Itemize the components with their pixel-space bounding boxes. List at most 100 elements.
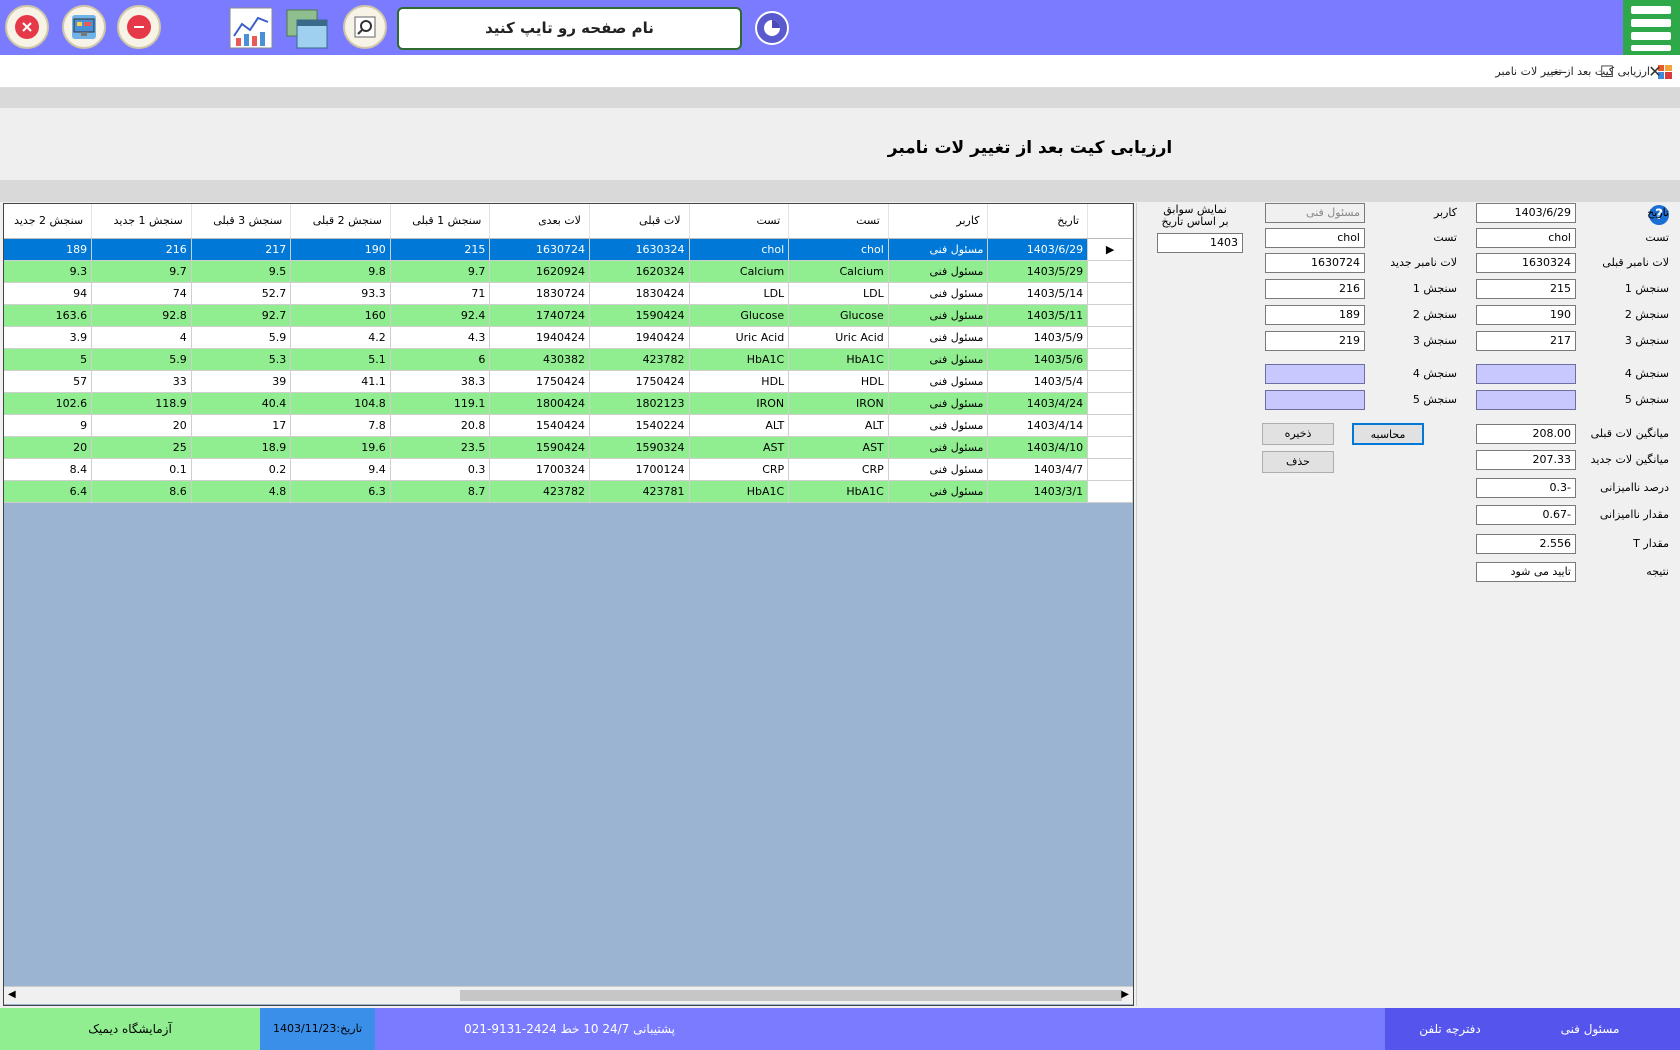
desktop-button[interactable] [62, 5, 106, 49]
scroll-left-icon[interactable]: ◀ [8, 989, 16, 1000]
table-cell: 9.4 [290, 458, 391, 481]
window-titlebar: ارزیابی کیت بعد از تغییر لات نامبر — ☐ ✕ [0, 55, 1680, 88]
field-input[interactable] [1265, 390, 1365, 410]
field-input[interactable]: 208.00 [1476, 424, 1576, 444]
field-input[interactable]: 0.3- [1476, 478, 1576, 498]
clock-icon[interactable] [752, 8, 792, 48]
field-input[interactable]: 0.67- [1476, 505, 1576, 525]
table-cell: HbA1C [788, 480, 889, 503]
lab-name: آزمایشگاه دیمیک [0, 1008, 260, 1050]
row-selector[interactable] [1087, 282, 1133, 305]
row-selector[interactable] [1087, 436, 1133, 459]
table-row[interactable]: 94 74 52.7 93.3 71 1830724 1830424 LDL LDL مسئول … [4, 282, 1133, 305]
table-row[interactable]: 57 33 39 41.1 38.3 1750424 1750424 HDL HDL مسئول … [4, 370, 1133, 393]
table-cell: 1630724 [489, 238, 590, 261]
field-input[interactable]: 189 [1265, 305, 1365, 325]
row-selector[interactable] [1087, 414, 1133, 437]
windows-icon[interactable] [285, 6, 329, 50]
col-header[interactable]: لات قبلی [589, 204, 690, 239]
field-input[interactable]: تایید می شود [1476, 562, 1576, 582]
field-input[interactable] [1476, 390, 1576, 410]
row-selector[interactable] [1087, 304, 1133, 327]
field-input[interactable]: 1630324 [1476, 253, 1576, 273]
phonebook-link[interactable]: دفترچه تلفن [1385, 1008, 1515, 1050]
table-row[interactable]: 8.4 0.1 0.2 9.4 0.3 1700324 1700124 CRP CRP مسئول… [4, 458, 1133, 481]
window-maximize-button[interactable]: ☐ [1584, 55, 1630, 88]
col-header[interactable]: تست [788, 204, 889, 239]
row-selector[interactable] [1087, 458, 1133, 481]
table-cell: مسئول فنی [888, 260, 989, 283]
col-header[interactable]: لات بعدی [489, 204, 590, 239]
col-header[interactable]: تاریخ [987, 204, 1089, 239]
horizontal-scrollbar[interactable]: ◀ ▶ [4, 986, 1133, 1004]
table-row[interactable]: 102.6 118.9 40.4 104.8 119.1 1800424 1802123 IR… [4, 392, 1133, 415]
col-header[interactable]: تست [689, 204, 790, 239]
window-minimize-button[interactable]: — [1536, 55, 1582, 88]
close-app-button[interactable] [5, 5, 49, 49]
field-input[interactable]: 217 [1476, 331, 1576, 351]
field-input[interactable]: 216 [1265, 279, 1365, 299]
table-cell: 57 [4, 370, 93, 393]
table-cell: Calcium [788, 260, 889, 283]
field-input[interactable]: chol [1265, 228, 1365, 248]
field-input[interactable]: 219 [1265, 331, 1365, 351]
col-header[interactable]: سنجش 1 قبلی [390, 204, 491, 239]
table-row[interactable]: 189 216 217 190 215 1630724 1630324 chol chol مسئ… [4, 238, 1133, 261]
field-input[interactable] [1265, 364, 1365, 384]
scroll-right-icon[interactable]: ▶ [1121, 989, 1129, 1000]
table-row[interactable]: 20 25 18.9 19.6 23.5 1590424 1590324 AST AST مسئو… [4, 436, 1133, 459]
col-header[interactable]: سنجش 2 جدید [4, 204, 93, 239]
table-cell: 1403/5/14 [987, 282, 1089, 305]
table-row[interactable]: 5 5.9 5.3 5.1 6 430382 423782 HbA1C HbA1C مسئول ف… [4, 348, 1133, 371]
window-close-button[interactable]: ✕ [1632, 55, 1678, 88]
field-input[interactable]: مسئول فنی [1265, 203, 1365, 223]
minimize-app-button[interactable] [117, 5, 161, 49]
table-row[interactable]: 9.3 9.7 9.5 9.8 9.7 1620924 1620324 Calcium Calc… [4, 260, 1133, 283]
row-selector[interactable] [1087, 326, 1133, 349]
table-row[interactable]: 6.4 8.6 4.8 6.3 8.7 423782 423781 HbA1C HbA1C مسئ… [4, 480, 1133, 503]
field-input[interactable] [1476, 364, 1576, 384]
table-cell: 18.9 [191, 436, 292, 459]
header-row: سنجش 2 جدید سنجش 1 جدید سنجش 3 قبلی سنجش… [4, 204, 1133, 239]
col-header[interactable]: سنجش 3 قبلی [191, 204, 292, 239]
table-cell: 102.6 [4, 392, 93, 415]
table-row[interactable]: 9 20 17 7.8 20.8 1540424 1540224 ALT ALT مسئول فن… [4, 414, 1133, 437]
table-cell: 8.4 [4, 458, 93, 481]
menu-button[interactable] [1623, 0, 1680, 55]
row-selector[interactable] [1087, 392, 1133, 415]
scrollbar-thumb[interactable] [460, 990, 1122, 1001]
field-input[interactable]: 190 [1476, 305, 1576, 325]
table-row[interactable]: 163.6 92.8 92.7 160 92.4 1740724 1590424 Glucos… [4, 304, 1133, 327]
history-year-input[interactable]: 1403 [1157, 233, 1243, 253]
col-header[interactable]: سنجش 1 جدید [91, 204, 192, 239]
field-input[interactable]: 215 [1476, 279, 1576, 299]
field-input[interactable]: 1403/6/29 [1476, 203, 1576, 223]
chart-icon[interactable] [229, 6, 273, 50]
row-selector[interactable] [1087, 480, 1133, 503]
calculate-button[interactable]: محاسبه [1352, 423, 1424, 445]
table-cell: 5.3 [191, 348, 292, 371]
table-cell: 1830424 [589, 282, 690, 305]
delete-button[interactable]: حذف [1262, 451, 1334, 473]
row-selector[interactable]: ▶ [1087, 238, 1133, 261]
records-grid[interactable]: سنجش 2 جدید سنجش 1 جدید سنجش 3 قبلی سنجش… [3, 203, 1134, 1006]
save-button[interactable]: ذخیره [1262, 423, 1334, 445]
field-input[interactable]: 2.556 [1476, 534, 1576, 554]
col-header[interactable]: کاربر [888, 204, 989, 239]
field-input[interactable]: 1630724 [1265, 253, 1365, 273]
field-input[interactable]: 207.33 [1476, 450, 1576, 470]
table-cell: 1403/4/7 [987, 458, 1089, 481]
table-row[interactable]: 3.9 4 5.9 4.2 4.3 1940424 1940424 Uric Acid Uric… [4, 326, 1133, 349]
row-selector[interactable] [1087, 260, 1133, 283]
table-cell: 1403/5/4 [987, 370, 1089, 393]
field-label: سنجش 4 [1412, 367, 1457, 380]
history-label: نمایش سوابق بر اساس تاریخ [1161, 203, 1229, 228]
col-header[interactable]: سنجش 2 قبلی [290, 204, 391, 239]
row-selector[interactable] [1087, 348, 1133, 371]
field-input[interactable]: chol [1476, 228, 1576, 248]
monitor-icon [72, 15, 96, 39]
field-label: تست [1645, 231, 1669, 244]
page-search-input[interactable]: نام صفحه رو تایپ کنید [397, 7, 742, 50]
search-window-button[interactable] [343, 5, 387, 49]
row-selector[interactable] [1087, 370, 1133, 393]
